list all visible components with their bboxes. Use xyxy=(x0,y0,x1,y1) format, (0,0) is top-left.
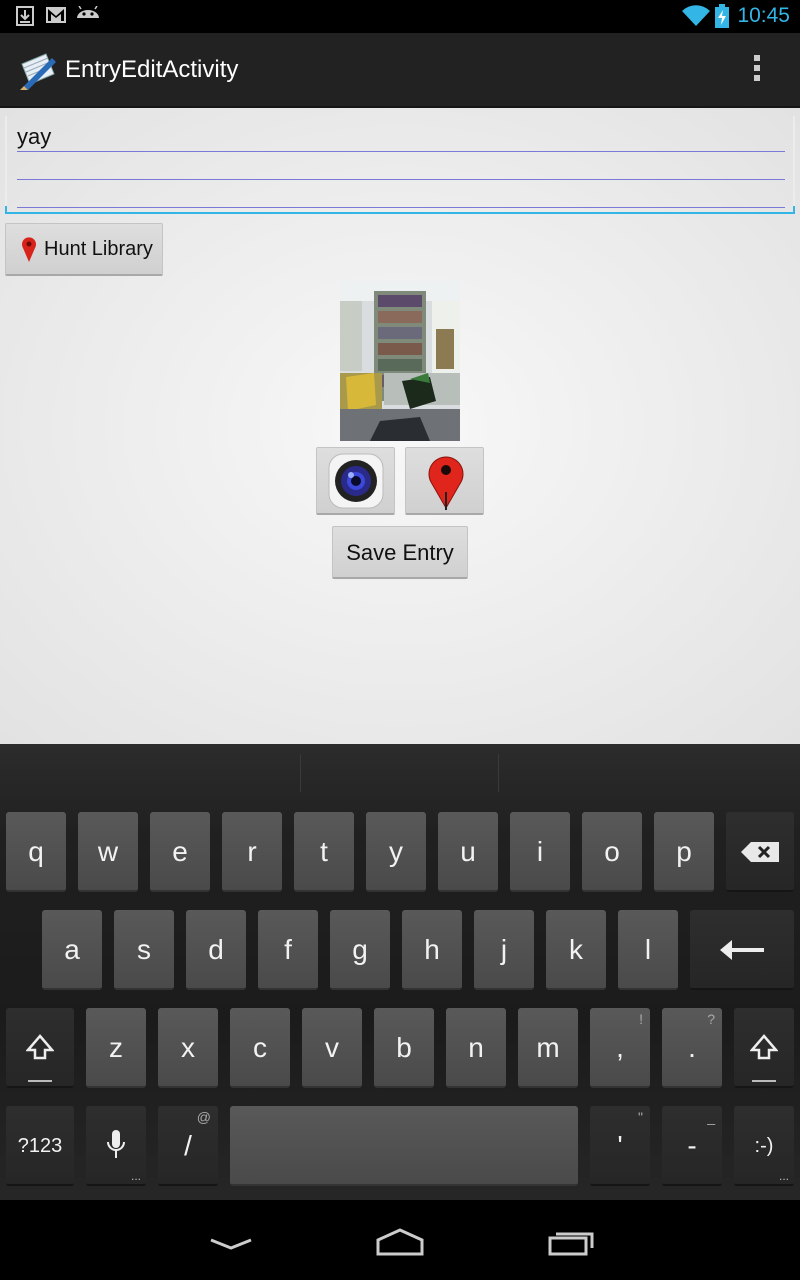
key-s[interactable]: s xyxy=(114,910,174,990)
key-w[interactable]: w xyxy=(78,812,138,892)
action-bar: EntryEditActivity xyxy=(0,33,800,108)
key-x[interactable]: x xyxy=(158,1008,218,1088)
key-c[interactable]: c xyxy=(230,1008,290,1088)
suggestion-strip[interactable] xyxy=(0,744,800,800)
backspace-icon xyxy=(741,842,779,862)
android-icon xyxy=(76,6,100,24)
comma-label: , xyxy=(616,1032,624,1063)
suggestion-divider xyxy=(498,754,499,792)
key-comma[interactable]: , ! xyxy=(590,1008,650,1088)
shift-icon xyxy=(26,1034,54,1060)
key-e[interactable]: e xyxy=(150,812,210,892)
action-bar-title: EntryEditActivity xyxy=(65,56,239,83)
dash-hint: _ xyxy=(707,1109,715,1125)
map-marker-icon xyxy=(428,456,464,510)
key-period[interactable]: . ? xyxy=(662,1008,722,1088)
map-button[interactable] xyxy=(405,447,484,515)
key-f[interactable]: f xyxy=(258,910,318,990)
comma-hint: ! xyxy=(639,1011,643,1027)
key-v[interactable]: v xyxy=(302,1008,362,1088)
emoticon-label: :-) xyxy=(754,1135,774,1157)
slash-hint: @ xyxy=(196,1109,211,1125)
battery-charging-icon xyxy=(715,4,729,28)
save-entry-button[interactable]: Save Entry xyxy=(332,526,468,579)
entry-text-field[interactable]: yay xyxy=(5,116,795,214)
apostrophe-hint: " xyxy=(638,1109,643,1125)
shift-key-right[interactable] xyxy=(734,1008,794,1088)
key-g[interactable]: g xyxy=(330,910,390,990)
location-label: Hunt Library xyxy=(44,238,153,260)
key-i[interactable]: i xyxy=(510,812,570,892)
enter-key[interactable] xyxy=(690,910,794,990)
overflow-menu-icon[interactable] xyxy=(742,55,772,87)
camera-button[interactable] xyxy=(316,447,395,515)
map-pin-icon xyxy=(22,237,36,262)
key-k[interactable]: k xyxy=(546,910,606,990)
key-p[interactable]: p xyxy=(654,812,714,892)
wifi-icon xyxy=(682,5,710,27)
key-u[interactable]: u xyxy=(438,812,498,892)
app-notebook-icon[interactable] xyxy=(16,50,58,92)
apostrophe-label: ' xyxy=(617,1130,623,1161)
status-bar: 10:45 xyxy=(0,0,800,33)
key-t[interactable]: t xyxy=(294,812,354,892)
key-m[interactable]: m xyxy=(518,1008,578,1088)
key-l[interactable]: l xyxy=(618,910,678,990)
shift-icon xyxy=(750,1034,778,1060)
key-z[interactable]: z xyxy=(86,1008,146,1088)
key-y[interactable]: y xyxy=(366,812,426,892)
period-label: . xyxy=(688,1032,696,1063)
entry-text-value: yay xyxy=(17,124,52,149)
content-area: yay Hunt Library Save Entry xyxy=(0,108,800,744)
ruled-line xyxy=(17,151,785,152)
dash-key[interactable]: - _ xyxy=(662,1106,722,1186)
slash-label: / xyxy=(184,1130,192,1161)
slash-key[interactable]: / @ xyxy=(158,1106,218,1186)
enter-arrow-icon xyxy=(720,940,764,960)
gmail-icon xyxy=(46,7,66,23)
save-entry-label: Save Entry xyxy=(346,540,454,565)
recent-apps-icon[interactable] xyxy=(546,1226,596,1258)
symbols-key[interactable]: ?123 xyxy=(6,1106,74,1186)
key-b[interactable]: b xyxy=(374,1008,434,1088)
key-o[interactable]: o xyxy=(582,812,642,892)
space-key[interactable] xyxy=(230,1106,578,1186)
shift-key-left[interactable] xyxy=(6,1008,74,1088)
suggestion-divider xyxy=(300,754,301,792)
period-hint: ? xyxy=(707,1011,715,1027)
apostrophe-key[interactable]: ' " xyxy=(590,1106,650,1186)
key-r[interactable]: r xyxy=(222,812,282,892)
key-a[interactable]: a xyxy=(42,910,102,990)
emoticon-key[interactable]: :-) ... xyxy=(734,1106,794,1186)
key-j[interactable]: j xyxy=(474,910,534,990)
key-q[interactable]: q xyxy=(6,812,66,892)
key-n[interactable]: n xyxy=(446,1008,506,1088)
dash-label: - xyxy=(687,1130,697,1161)
key-h[interactable]: h xyxy=(402,910,462,990)
download-icon xyxy=(16,6,34,26)
home-icon[interactable] xyxy=(372,1226,428,1258)
status-time: 10:45 xyxy=(737,4,790,27)
backspace-key[interactable] xyxy=(726,812,794,892)
library-photo[interactable] xyxy=(340,281,460,441)
location-button[interactable]: Hunt Library xyxy=(5,223,163,276)
ruled-line xyxy=(17,207,785,208)
navigation-bar xyxy=(0,1200,800,1280)
microphone-icon xyxy=(107,1130,125,1158)
voice-input-key[interactable]: ... xyxy=(86,1106,146,1186)
back-icon[interactable] xyxy=(205,1230,257,1254)
soft-keyboard: q w e r t y u i o p a s d f g h j k l z … xyxy=(0,744,800,1200)
camera-icon xyxy=(328,453,384,509)
ruled-line xyxy=(17,179,785,180)
key-d[interactable]: d xyxy=(186,910,246,990)
